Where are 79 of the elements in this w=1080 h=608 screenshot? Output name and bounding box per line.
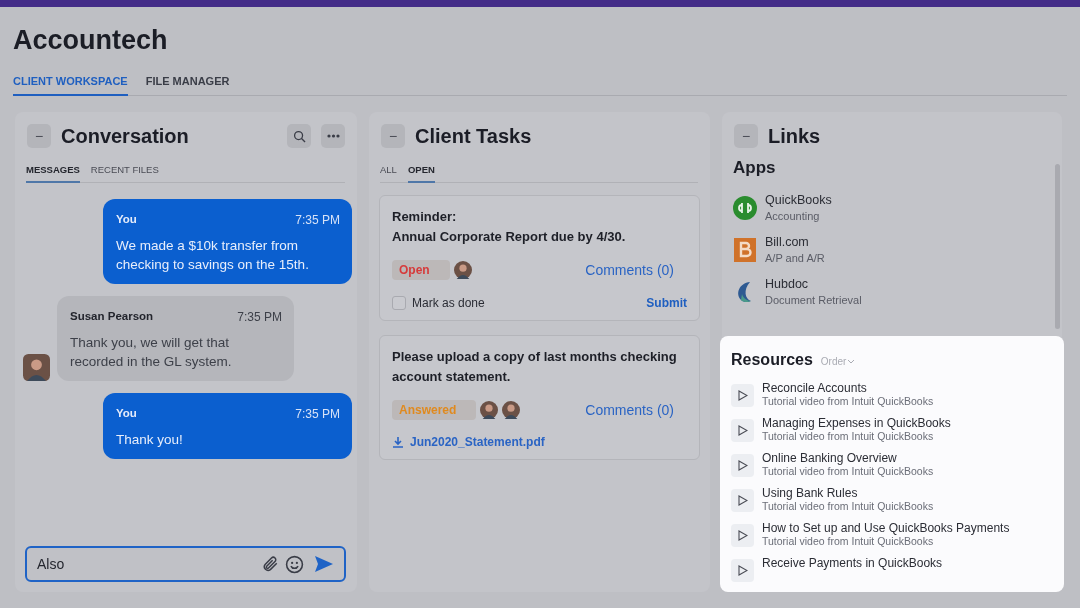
- smiley-icon[interactable]: [285, 554, 304, 574]
- app-logo-icon: [733, 237, 757, 262]
- search-button[interactable]: [287, 124, 311, 148]
- play-icon: [737, 390, 748, 401]
- play-button[interactable]: [731, 559, 754, 582]
- collapse-button[interactable]: −: [734, 124, 758, 148]
- more-icon: [326, 134, 340, 138]
- app-title: Accountech: [13, 25, 169, 55]
- task-title: Reminder:: [392, 208, 458, 226]
- more-button[interactable]: [321, 124, 345, 148]
- message-text: Thank you, we will get that recorded in the GL system.: [70, 334, 233, 371]
- resource-title[interactable]: Online Banking Overview: [762, 451, 934, 465]
- task-title: Please upload a copy of last months checking account statement.: [392, 348, 678, 386]
- resource-title[interactable]: Managing Expenses in QuickBooks: [762, 416, 951, 430]
- play-button[interactable]: [731, 454, 754, 477]
- sender-name: You: [116, 213, 137, 227]
- resource-subtitle: Tutorial video from Intuit QuickBooks: [762, 465, 934, 478]
- download-icon: [392, 436, 404, 448]
- play-icon: [737, 495, 748, 506]
- app-name[interactable]: QuickBooks: [765, 193, 832, 207]
- resource-subtitle: Tutorial video from Intuit QuickBooks: [762, 500, 934, 513]
- panel-tab[interactable]: ALL: [380, 164, 397, 183]
- resource-subtitle: Tutorial video from Intuit QuickBooks: [762, 535, 935, 548]
- panel-title: Conversation: [61, 124, 190, 148]
- panel-title: Links: [768, 124, 822, 148]
- panel-tab[interactable]: RECENT FILES: [90, 164, 159, 183]
- submit-button[interactable]: Submit: [646, 296, 687, 310]
- status-badge: Answered: [392, 400, 477, 420]
- avatar: [453, 261, 472, 279]
- panel-tab[interactable]: OPEN: [407, 164, 435, 183]
- app-name[interactable]: Bill.com: [765, 235, 825, 249]
- message-input[interactable]: Also: [37, 556, 255, 572]
- sender-name: You: [116, 407, 137, 421]
- app-subtitle: Accounting: [765, 210, 821, 222]
- resource-title[interactable]: Receive Payments in QuickBooks: [762, 556, 943, 570]
- resource-title[interactable]: How to Set up and Use QuickBooks Payments: [762, 521, 1010, 535]
- app-subtitle: A/P and A/R: [765, 252, 825, 264]
- resource-subtitle: Tutorial video from Intuit QuickBooks: [762, 395, 934, 408]
- message-field[interactable]: Also: [25, 546, 346, 582]
- avatar: [502, 401, 521, 419]
- play-button[interactable]: [731, 489, 754, 512]
- checkbox-label: Mark as done: [412, 296, 485, 310]
- play-button[interactable]: [731, 384, 754, 407]
- search-icon: [292, 129, 306, 143]
- app-logo-icon: [733, 195, 757, 220]
- chevron-icon: [847, 359, 856, 364]
- collapse-button[interactable]: −: [381, 124, 405, 148]
- message-time: 7:35 PM: [295, 407, 340, 421]
- avatar: [480, 401, 499, 419]
- collapse-button[interactable]: −: [27, 124, 51, 148]
- play-icon: [737, 460, 748, 471]
- play-button[interactable]: [731, 524, 754, 547]
- message-text: Thank you!: [116, 431, 184, 449]
- checkbox[interactable]: [392, 296, 406, 310]
- message-text: We made a $10k transfer from checking to savings on the 15th.: [116, 237, 310, 274]
- paperclip-icon[interactable]: [261, 555, 279, 573]
- status-badge: Open: [392, 260, 450, 280]
- panel-title: Client Tasks: [415, 124, 533, 148]
- resource-subtitle: Tutorial video from Intuit QuickBooks: [762, 430, 935, 443]
- panel-tab[interactable]: MESSAGES: [26, 164, 80, 183]
- resource-title[interactable]: Using Bank Rules: [762, 486, 934, 500]
- resource-title[interactable]: Reconcile Accounts: [762, 381, 934, 395]
- avatar: [23, 354, 50, 381]
- play-icon: [737, 530, 748, 541]
- section-title: Resources: [731, 351, 813, 369]
- scrollbar[interactable]: [1055, 164, 1060, 329]
- message-time: 7:35 PM: [295, 213, 340, 227]
- section-title: Apps: [733, 158, 777, 178]
- app-name[interactable]: Hubdoc: [765, 277, 862, 291]
- sender-name: Susan Pearson: [70, 310, 154, 324]
- send-icon[interactable]: [314, 555, 334, 573]
- play-icon: [737, 565, 748, 576]
- task-title: Annual Corporate Report due by 4/30.: [392, 228, 627, 246]
- message-time: 7:35 PM: [237, 310, 282, 324]
- play-icon: [737, 425, 748, 436]
- nav-tab[interactable]: FILE MANAGER: [145, 75, 230, 96]
- app-subtitle: Document Retrieval: [765, 294, 862, 306]
- play-button[interactable]: [731, 419, 754, 442]
- file-name: Jun2020_Statement.pdf: [410, 435, 545, 449]
